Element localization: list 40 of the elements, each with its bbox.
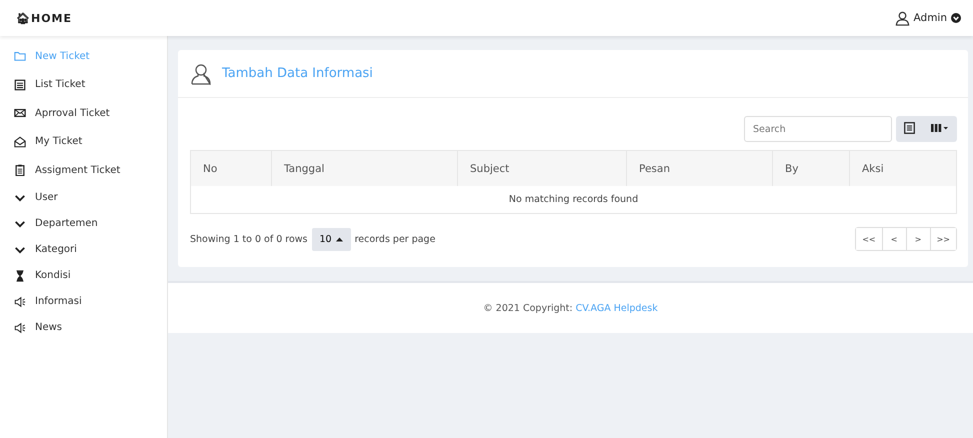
empty-message: No matching records found [190, 186, 956, 214]
list-icon [904, 122, 915, 134]
home-link[interactable]: 🏠HOME [16, 12, 72, 24]
sidebar-item[interactable]: Kondisi [0, 262, 167, 288]
pagination-summary: Showing 1 to 0 of 0 rows [190, 234, 308, 244]
sidebar-item[interactable]: My Ticket [0, 128, 167, 156]
envelope-icon [14, 107, 26, 120]
sidebar-item[interactable]: User [0, 184, 167, 210]
envelope-open-icon [14, 136, 26, 148]
megaphone-icon [14, 322, 26, 334]
sidebar-item[interactable]: Assigment Ticket [0, 156, 167, 184]
column-header[interactable]: Pesan [626, 150, 772, 186]
column-header[interactable]: By [772, 150, 850, 186]
column-header[interactable]: Subject [458, 150, 626, 186]
search-field[interactable]: Search [744, 116, 892, 142]
card-title: Tambah Data Informasi [222, 66, 373, 81]
user-icon [894, 10, 910, 26]
list-icon [14, 78, 26, 91]
caret-icon [951, 13, 961, 23]
sidebar-item[interactable]: Departemen [0, 210, 167, 236]
sidebar-item[interactable]: News [0, 314, 167, 340]
sidebar-item[interactable]: Informasi [0, 288, 167, 314]
megaphone-icon [14, 296, 26, 308]
column-header[interactable]: Tanggal [272, 150, 458, 186]
caret-up-icon [336, 236, 343, 242]
clipboard-icon [14, 164, 26, 176]
sidebar-item[interactable]: List Ticket [0, 70, 167, 99]
folder-icon [14, 50, 26, 62]
hourglass-icon [14, 270, 26, 282]
sidebar-item[interactable]: Aprroval Ticket [0, 99, 167, 128]
copyright-text: © 2021 Copyright: CV.AGA Helpdesk [483, 302, 658, 314]
user-icon [190, 62, 212, 84]
user-menu[interactable]: Admin [894, 10, 961, 26]
sidebar-item[interactable]: Kategori [0, 236, 167, 262]
column-header[interactable]: No [190, 150, 272, 186]
columns-icon [931, 123, 949, 133]
page-size-dropdown[interactable]: 10 [312, 228, 351, 250]
column-header[interactable]: Aksi [850, 150, 956, 186]
page-button[interactable]: >> [930, 228, 956, 250]
page-size-label: records per page [354, 234, 436, 244]
